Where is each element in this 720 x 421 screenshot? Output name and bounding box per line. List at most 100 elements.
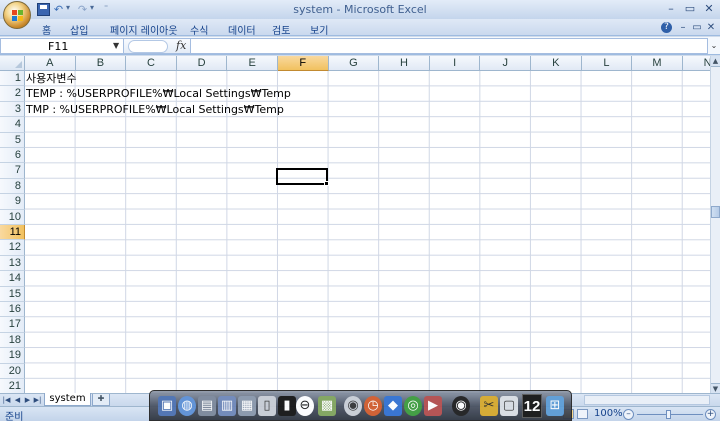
column-header-m[interactable]: M — [632, 56, 683, 71]
cell-a1[interactable]: 사용자변수 — [26, 71, 77, 86]
sheet-tab-system[interactable]: system — [44, 393, 91, 406]
row-header-7[interactable]: 7 — [0, 163, 25, 179]
row-header-18[interactable]: 18 — [0, 332, 25, 349]
row-header-1[interactable]: 1 — [0, 71, 25, 87]
tab-view[interactable]: 보기 — [310, 22, 328, 37]
zoom-out-icon[interactable]: – — [623, 409, 634, 420]
insert-function-icon[interactable]: fx — [176, 39, 186, 52]
next-sheet-icon[interactable]: ▶ — [23, 395, 32, 405]
vertical-scrollbar[interactable]: ▲ ▼ — [710, 56, 720, 395]
zoom-level[interactable]: 100% — [594, 408, 623, 419]
first-sheet-icon[interactable]: |◀ — [2, 395, 11, 405]
column-header-e[interactable]: E — [227, 56, 278, 71]
page-layout-view-icon[interactable] — [577, 409, 588, 419]
row-header-8[interactable]: 8 — [0, 178, 25, 195]
horizontal-scrollbar[interactable] — [584, 395, 710, 405]
tab-home[interactable]: 홈 — [42, 22, 51, 37]
status-ready: 준비 — [5, 412, 24, 421]
vertical-scroll-thumb[interactable] — [711, 206, 720, 218]
zoom-in-icon[interactable]: + — [705, 409, 716, 420]
row-header-11[interactable]: 11 — [0, 225, 25, 241]
row-header-6[interactable]: 6 — [0, 148, 25, 164]
dock-bar: ▣ ◍ ▤ ▥ ▦ ▯ ▮ ⊖ ▩ ◉ ◷ ◆ ◎ ▶ ◉ ✂ ▢ 12 ⊞ — [149, 390, 572, 421]
tab-review[interactable]: 검토 — [272, 22, 290, 37]
title-bar: ↶ ▾ ↷ ▾ ⁼ system - Microsoft Excel – ▭ ✕ — [0, 0, 720, 29]
dock-map-icon[interactable]: ▩ — [318, 396, 336, 416]
dock-network-icon[interactable]: ▥ — [218, 396, 236, 416]
row-header-5[interactable]: 5 — [0, 132, 25, 148]
column-header-a[interactable]: A — [25, 56, 76, 71]
dock-camera-icon[interactable]: ◉ — [452, 396, 470, 416]
active-cell-f11[interactable] — [276, 168, 328, 185]
cell-a2[interactable]: TEMP : %USERPROFILE%₩Local Settings₩Temp — [26, 86, 291, 101]
row-header-14[interactable]: 14 — [0, 271, 25, 287]
ribbon-minimize-button[interactable]: – — [676, 21, 690, 34]
row-header-2[interactable]: 2 — [0, 86, 25, 102]
formula-input[interactable] — [190, 38, 708, 54]
row-header-15[interactable]: 15 — [0, 286, 25, 302]
row-header-10[interactable]: 10 — [0, 209, 25, 225]
insert-sheet-icon[interactable]: ✚ — [92, 394, 110, 406]
help-icon[interactable]: ? — [661, 22, 672, 33]
dock-phone-icon[interactable]: ▮ — [278, 396, 296, 416]
column-header-n[interactable]: N — [682, 56, 710, 71]
tab-insert[interactable]: 삽입 — [70, 22, 88, 37]
row-header-3[interactable]: 3 — [0, 101, 25, 118]
cell-area[interactable] — [25, 71, 710, 395]
dock-trash-icon[interactable]: ▢ — [500, 396, 518, 416]
column-header-c[interactable]: C — [126, 56, 177, 71]
ribbon-close-button[interactable]: ✕ — [704, 21, 718, 34]
dock-calendar-icon[interactable]: 12 — [522, 394, 542, 418]
ribbon-restore-button[interactable]: ▭ — [690, 21, 704, 34]
row-header-19[interactable]: 19 — [0, 348, 25, 364]
dock-cd-icon[interactable]: ◉ — [344, 396, 362, 416]
column-header-h[interactable]: H — [379, 56, 430, 71]
column-header-f[interactable]: F — [278, 56, 329, 71]
zoom-slider-thumb[interactable] — [666, 410, 671, 419]
column-header-i[interactable]: I — [429, 56, 481, 71]
dock-tools-icon[interactable]: ✂ — [480, 396, 498, 416]
dock-media-icon[interactable]: ▶ — [424, 396, 442, 416]
name-box-dropdown-icon[interactable]: ▼ — [113, 41, 119, 50]
dock-app-icon[interactable]: ◆ — [384, 396, 402, 416]
formula-splitter[interactable] — [128, 40, 168, 53]
office-button[interactable] — [3, 1, 31, 29]
column-header-l[interactable]: L — [581, 56, 633, 71]
row-header-17[interactable]: 17 — [0, 317, 25, 333]
last-sheet-icon[interactable]: ▶| — [33, 395, 42, 405]
dock-browser-icon[interactable]: ◎ — [404, 396, 422, 416]
dock-globe-icon[interactable]: ◍ — [178, 396, 196, 416]
column-header-b[interactable]: B — [75, 56, 127, 71]
row-header-9[interactable]: 9 — [0, 194, 25, 210]
name-box[interactable]: F11 ▼ — [0, 38, 124, 54]
tab-data[interactable]: 데이터 — [228, 22, 256, 37]
dock-windows-icon[interactable]: ⊞ — [546, 396, 564, 416]
row-header-4[interactable]: 4 — [0, 117, 25, 133]
dock-clock-icon[interactable]: ⊖ — [296, 396, 314, 416]
row-header-12[interactable]: 12 — [0, 240, 25, 256]
row-header-20[interactable]: 20 — [0, 363, 25, 379]
expand-formula-bar-icon[interactable]: ⌄ — [709, 39, 719, 53]
tab-formulas[interactable]: 수식 — [190, 22, 208, 37]
fill-handle[interactable] — [324, 181, 329, 186]
scroll-up-icon[interactable]: ▲ — [711, 56, 720, 67]
column-header-g[interactable]: G — [328, 56, 380, 71]
cell-a3[interactable]: TMP : %USERPROFILE%₩Local Settings₩Temp — [26, 102, 284, 117]
column-header-k[interactable]: K — [531, 56, 582, 71]
dock-alarm-icon[interactable]: ◷ — [364, 396, 382, 416]
row-header-16[interactable]: 16 — [0, 302, 25, 318]
formula-bar: F11 ▼ fx ⌄ — [0, 37, 720, 55]
row-header-13[interactable]: 13 — [0, 255, 25, 272]
restore-button[interactable]: ▭ — [681, 1, 699, 16]
dock-document-icon[interactable]: ▯ — [258, 396, 276, 416]
close-button[interactable]: ✕ — [700, 1, 718, 16]
dock-computer-icon[interactable]: ▣ — [158, 396, 176, 416]
dock-printer-icon[interactable]: ▦ — [238, 396, 256, 416]
dock-drive-icon[interactable]: ▤ — [198, 396, 216, 416]
prev-sheet-icon[interactable]: ◀ — [13, 395, 22, 405]
select-all-button[interactable] — [0, 56, 25, 71]
minimize-button[interactable]: – — [662, 1, 680, 16]
column-header-d[interactable]: D — [176, 56, 228, 71]
tab-page-layout[interactable]: 페이지 레이아웃 — [110, 22, 178, 37]
column-header-j[interactable]: J — [480, 56, 531, 71]
